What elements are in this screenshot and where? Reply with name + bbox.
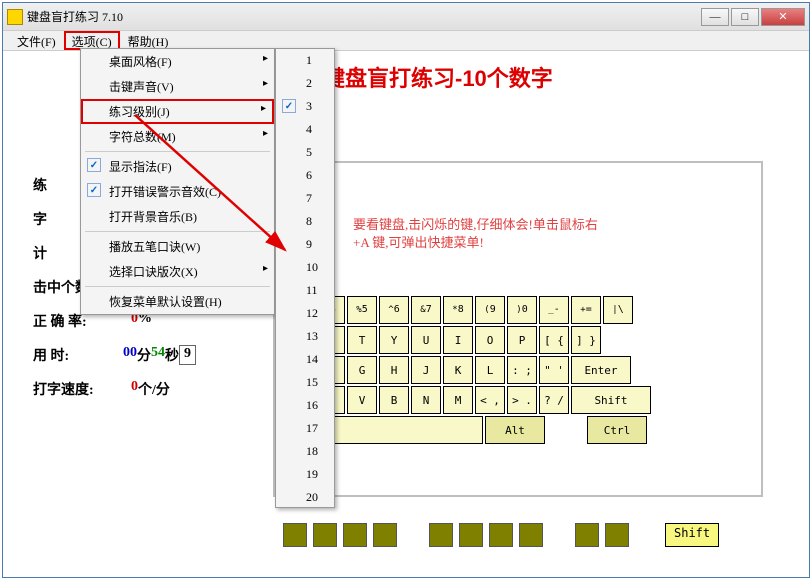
key[interactable]: |\ [603,296,633,324]
key[interactable]: &7 [411,296,441,324]
level-option-14[interactable]: 14 [276,348,334,371]
indicator-box [605,523,629,547]
key[interactable]: ? / [539,386,569,414]
level-option-15[interactable]: 15 [276,371,334,394]
check-icon: ✓ [87,158,101,172]
level-option-18[interactable]: 18 [276,440,334,463]
level-option-8[interactable]: 8 [276,210,334,233]
indicator-box [459,523,483,547]
key[interactable]: K [443,356,473,384]
options-dropdown: 桌面风格(F) 击键声音(V) 练习级别(J) 字符总数(M) ✓显示指法(F)… [80,48,275,315]
time-cursor: 9 [179,345,196,365]
menu-file[interactable]: 文件(F) [9,31,64,50]
indicator-box [575,523,599,547]
key[interactable]: ^6 [379,296,409,324]
key[interactable]: > . [507,386,537,414]
speed-label: 打字速度: [33,379,123,399]
menu-tips-version[interactable]: 选择口诀版次(X) [81,259,274,284]
titlebar: 键盘盲打练习 7.10 — □ ✕ [3,3,809,31]
indicator-box [373,523,397,547]
speed-value: 0 [131,379,138,399]
indicator-box [429,523,453,547]
window-title: 键盘盲打练习 7.10 [27,8,701,25]
level-option-13[interactable]: 13 [276,325,334,348]
key-ctrl[interactable]: Ctrl [587,416,647,444]
key[interactable]: O [475,326,505,354]
maximize-button[interactable]: □ [731,8,759,26]
indicator-row: Shift [283,523,719,547]
key[interactable]: M [443,386,473,414]
key[interactable]: Shift [571,386,651,414]
level-option-19[interactable]: 19 [276,463,334,486]
key[interactable]: : ; [507,356,537,384]
menu-restore-defaults[interactable]: 恢复菜单默认设置(H) [81,289,274,314]
level-option-11[interactable]: 11 [276,279,334,302]
menu-separator [85,231,270,232]
app-icon [7,9,23,25]
key[interactable]: )0 [507,296,537,324]
time-label: 用 时: [33,345,123,365]
level-option-12[interactable]: 12 [276,302,334,325]
level-option-7[interactable]: 7 [276,187,334,210]
menu-error-sound[interactable]: ✓打开错误警示音效(C) [81,179,274,204]
key[interactable]: P [507,326,537,354]
level-option-4[interactable]: 4 [276,118,334,141]
menu-desktop-style[interactable]: 桌面风格(F) [81,49,274,74]
indicator-box [313,523,337,547]
menu-char-total[interactable]: 字符总数(M) [81,124,274,149]
menu-separator [85,151,270,152]
menu-bg-music[interactable]: 打开背景音乐(B) [81,204,274,229]
level-option-17[interactable]: 17 [276,417,334,440]
menu-practice-level[interactable]: 练习级别(J) [81,99,274,124]
key[interactable]: [ { [539,326,569,354]
key[interactable]: J [411,356,441,384]
indicator-box [343,523,367,547]
indicator-box [283,523,307,547]
indicator-box [519,523,543,547]
minimize-button[interactable]: — [701,8,729,26]
key[interactable]: Y [379,326,409,354]
key[interactable]: (9 [475,296,505,324]
close-button[interactable]: ✕ [761,8,805,26]
key[interactable]: %5 [347,296,377,324]
key[interactable]: B [379,386,409,414]
level-option-6[interactable]: 6 [276,164,334,187]
instruction-text: 要看键盘,击闪烁的键,仔细体会!单击鼠标右 +A 键,可弹出快捷菜单! [353,216,598,252]
key[interactable]: ] } [571,326,601,354]
menu-show-finger[interactable]: ✓显示指法(F) [81,154,274,179]
key[interactable]: L [475,356,505,384]
key[interactable]: *8 [443,296,473,324]
check-icon: ✓ [87,183,101,197]
menu-key-sound[interactable]: 击键声音(V) [81,74,274,99]
level-option-9[interactable]: 9 [276,233,334,256]
level-option-20[interactable]: 20 [276,486,334,509]
level-option-10[interactable]: 10 [276,256,334,279]
menu-separator [85,286,270,287]
key[interactable]: U [411,326,441,354]
key[interactable]: H [379,356,409,384]
level-submenu: 12✓34567891011121314151617181920 [275,48,335,508]
level-option-16[interactable]: 16 [276,394,334,417]
key-alt[interactable]: Alt [485,416,545,444]
key[interactable]: < , [475,386,505,414]
level-option-2[interactable]: 2 [276,72,334,95]
level-option-5[interactable]: 5 [276,141,334,164]
level-option-3[interactable]: ✓3 [276,95,334,118]
key[interactable]: I [443,326,473,354]
virtual-keyboard: 3$4%5^6&7*8(9)0_-+=|\ ERTYUIOP[ {] } DFG… [283,296,653,446]
indicator-box [489,523,513,547]
key[interactable]: _- [539,296,569,324]
menu-wubi-tips[interactable]: 播放五笔口诀(W) [81,234,274,259]
check-icon: ✓ [282,99,296,113]
key[interactable]: V [347,386,377,414]
key[interactable]: Enter [571,356,631,384]
key[interactable]: " ' [539,356,569,384]
page-title: 键盘盲打练习-10个数字 [323,61,553,93]
key[interactable]: += [571,296,601,324]
key[interactable]: T [347,326,377,354]
key[interactable]: G [347,356,377,384]
level-option-1[interactable]: 1 [276,49,334,72]
key[interactable]: N [411,386,441,414]
shift-indicator: Shift [665,523,719,547]
